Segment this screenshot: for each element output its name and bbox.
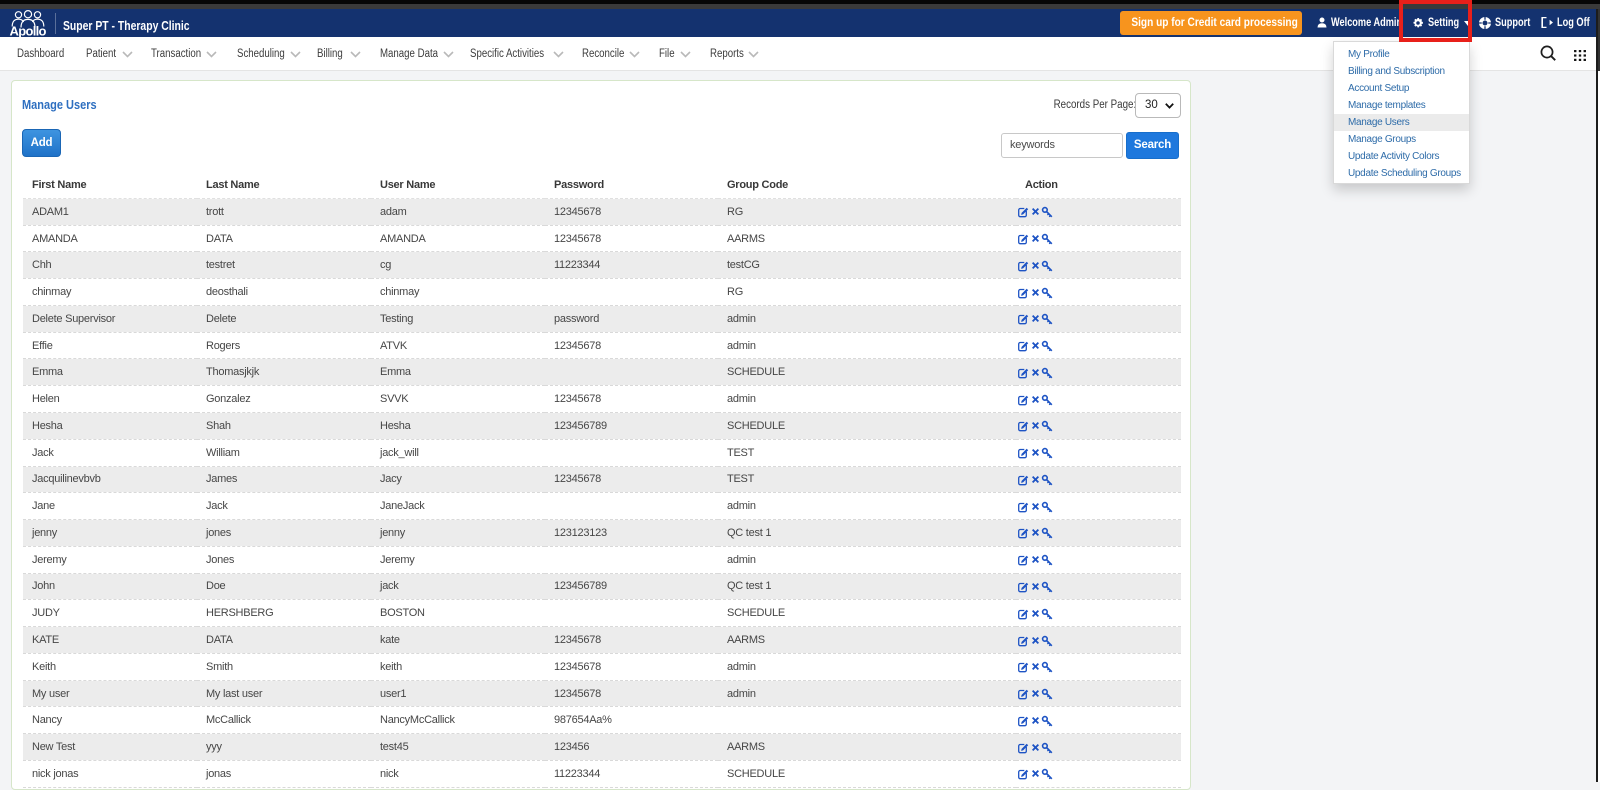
svg-text:Apollo: Apollo bbox=[10, 23, 47, 37]
